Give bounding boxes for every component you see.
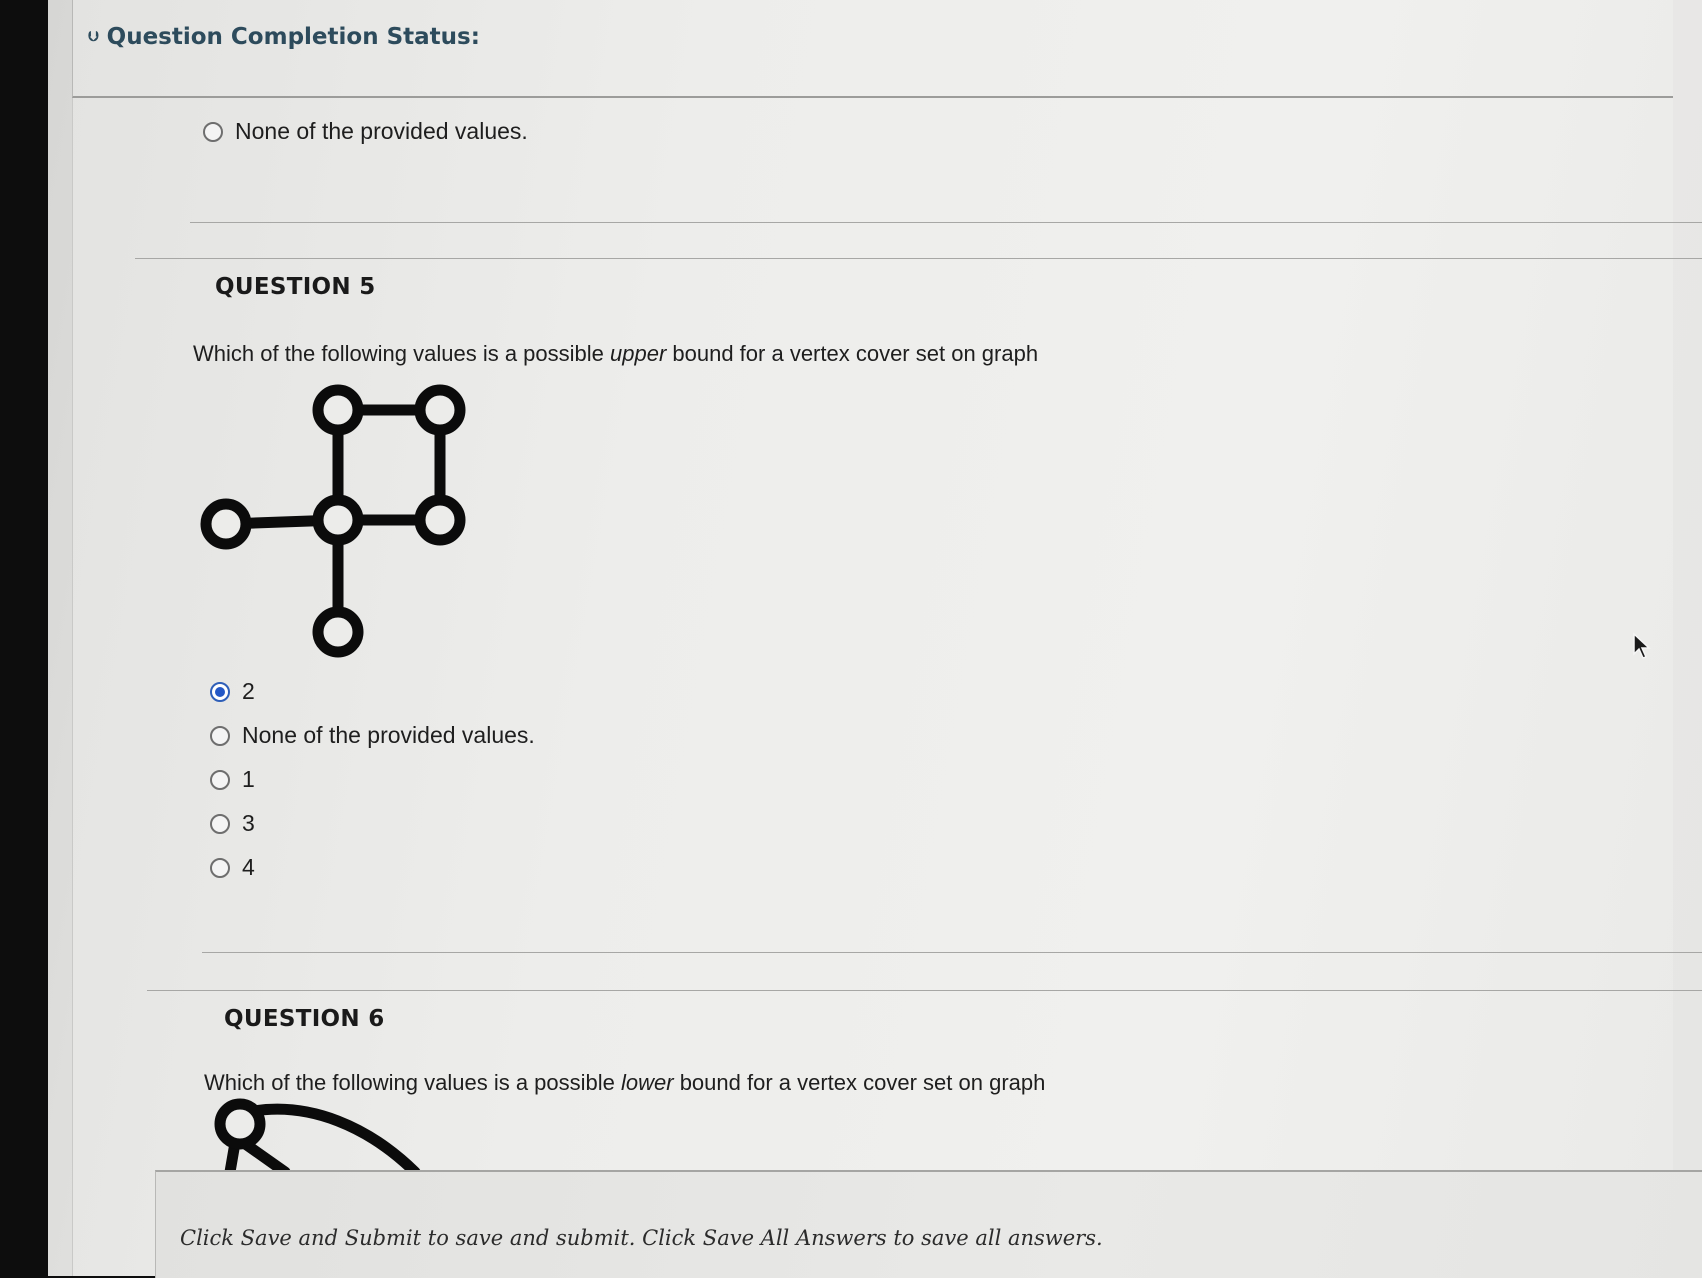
radio-button[interactable] <box>210 813 230 834</box>
question-emphasis: upper <box>610 341 667 366</box>
option-label: 4 <box>242 854 255 880</box>
graph-node <box>214 1098 266 1150</box>
question-text-part: Which of the following values is a possi… <box>193 341 610 366</box>
divider <box>202 952 1702 953</box>
divider <box>147 990 1702 991</box>
q5-option-3[interactable]: 3 <box>210 810 255 837</box>
radio-button-selected[interactable] <box>210 681 230 702</box>
graph-node <box>414 494 466 546</box>
footer-instructions: Click Save and Submit to save and submit… <box>180 1226 1103 1250</box>
mouse-cursor-icon <box>1633 632 1651 659</box>
question-emphasis: lower <box>621 1070 674 1095</box>
radio-button[interactable] <box>210 857 230 878</box>
completion-status-toggle[interactable]: ⮋ Question Completion Status: <box>88 24 480 50</box>
q5-option-2[interactable]: 2 <box>210 678 255 705</box>
q5-option-none[interactable]: None of the provided values. <box>210 722 535 749</box>
question-6-graph-partial <box>214 1098 421 1172</box>
graph-node <box>200 498 252 550</box>
radio-button[interactable] <box>210 769 230 790</box>
footer-panel <box>155 1170 1702 1278</box>
q5-option-1[interactable]: 1 <box>210 766 255 793</box>
question-text-part: Which of the following values is a possi… <box>204 1070 621 1095</box>
question-6-text: Which of the following values is a possi… <box>204 1070 1045 1096</box>
prev-option-none[interactable]: None of the provided values. <box>203 118 528 145</box>
question-5-text: Which of the following values is a possi… <box>193 341 1038 367</box>
graph-node <box>414 384 466 436</box>
q5-option-4[interactable]: 4 <box>210 854 255 881</box>
graph-node <box>312 384 364 436</box>
option-label: None of the provided values. <box>235 118 528 144</box>
divider <box>190 222 1702 223</box>
radio-button[interactable] <box>210 725 230 746</box>
question-5-graph <box>200 384 466 658</box>
chevron-down-icon: ⮋ <box>88 29 99 45</box>
option-label: 2 <box>242 678 255 704</box>
option-label: None of the provided values. <box>242 722 535 748</box>
question-5-title: QUESTION 5 <box>215 274 376 300</box>
graph-node <box>312 494 364 546</box>
completion-status-title: Question Completion Status: <box>106 24 480 50</box>
option-label: 3 <box>242 810 255 836</box>
option-label: 1 <box>242 766 255 792</box>
question-6-title: QUESTION 6 <box>224 1006 385 1032</box>
graph-node <box>312 606 364 658</box>
question-text-part: bound for a vertex cover set on graph <box>666 341 1039 366</box>
radio-button[interactable] <box>203 121 223 142</box>
question-text-part: bound for a vertex cover set on graph <box>673 1070 1046 1095</box>
divider <box>135 258 1702 259</box>
